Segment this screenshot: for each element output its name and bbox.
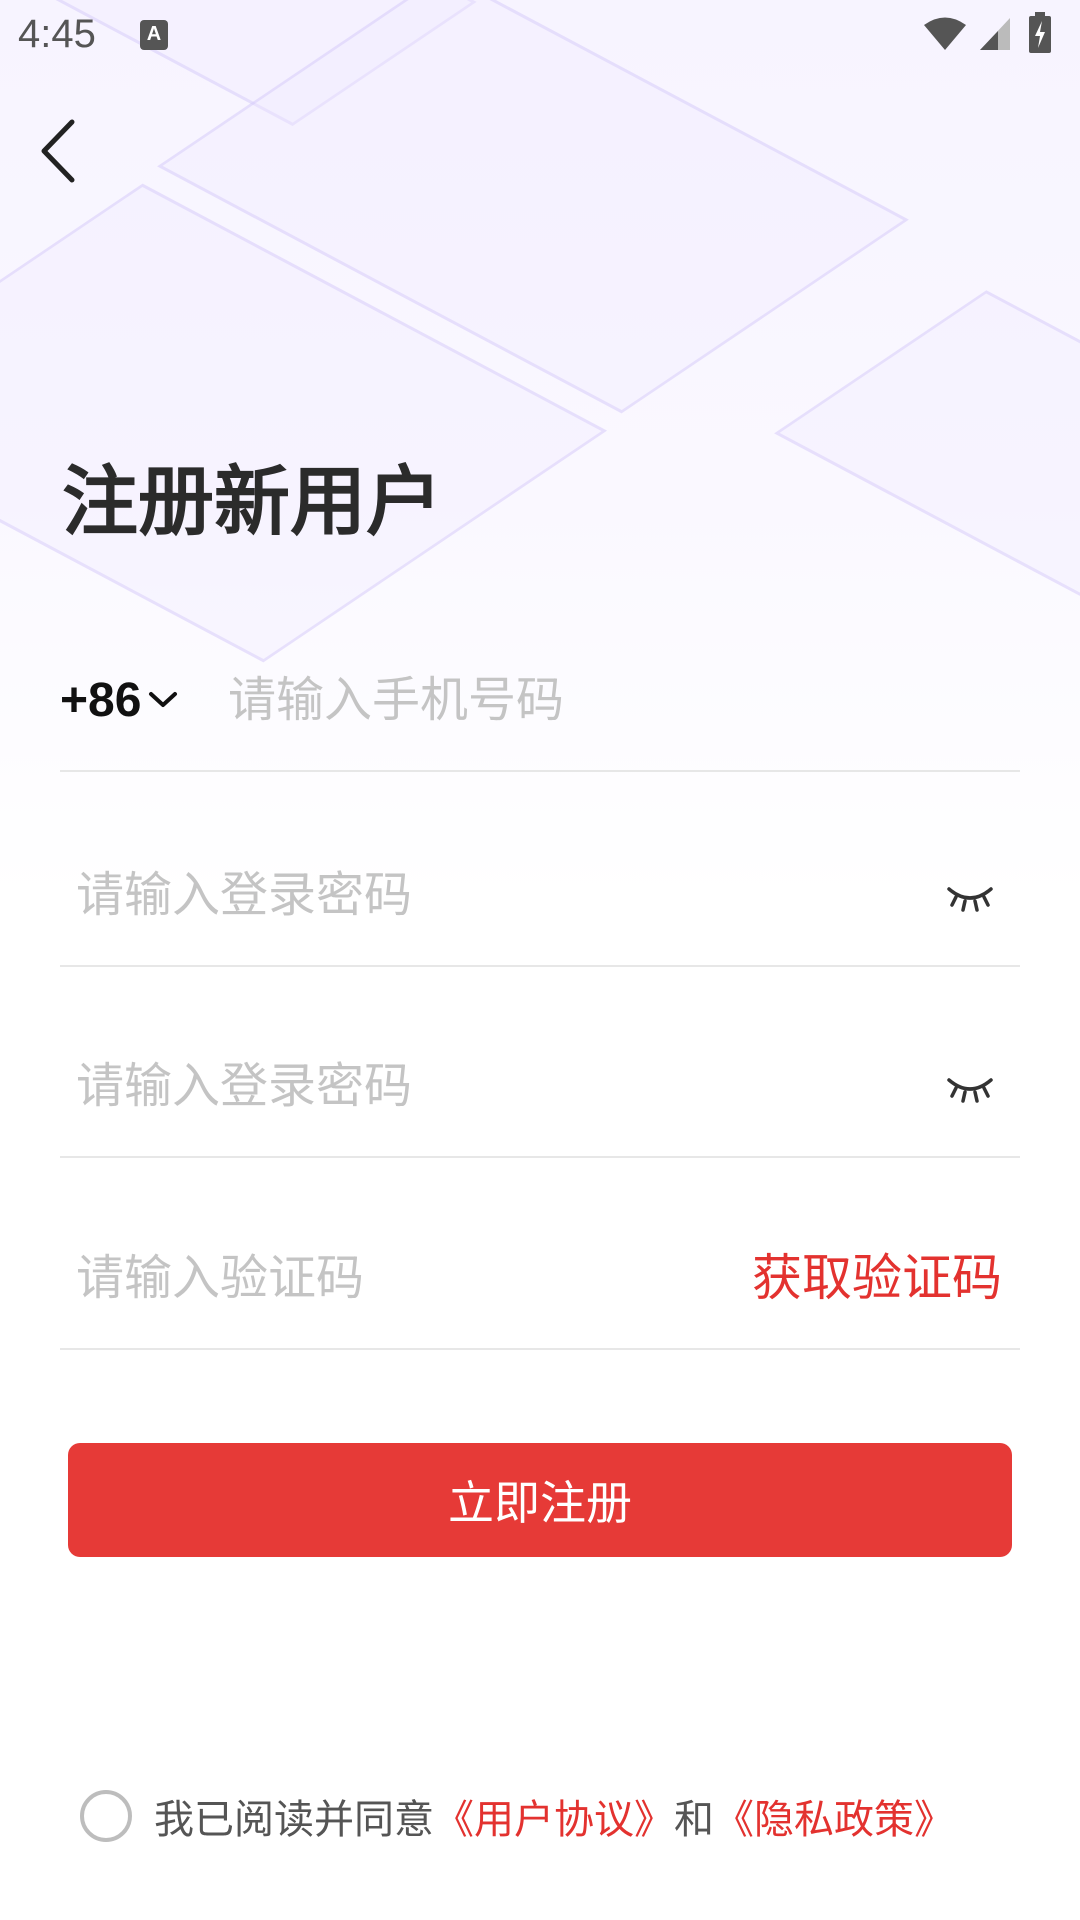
verification-code-input[interactable] bbox=[76, 1248, 756, 1308]
confirm-password-row bbox=[60, 1036, 1020, 1158]
confirm-password-input[interactable] bbox=[76, 1056, 756, 1116]
phone-input[interactable] bbox=[228, 670, 988, 730]
background-slab bbox=[774, 290, 1080, 596]
phone-row: +86 bbox=[60, 650, 1020, 772]
back-arrow-icon[interactable] bbox=[36, 118, 86, 184]
chevron-down-icon bbox=[149, 692, 178, 707]
wifi-icon bbox=[924, 17, 966, 50]
password-input[interactable] bbox=[76, 865, 756, 925]
battery-icon bbox=[1029, 12, 1051, 53]
register-button[interactable]: 立即注册 bbox=[68, 1443, 1012, 1557]
agreement-checkbox[interactable] bbox=[80, 1790, 132, 1842]
status-bar: 4:45 A bbox=[0, 0, 1080, 70]
eye-closed-icon[interactable] bbox=[946, 1074, 994, 1104]
signal-icon bbox=[980, 18, 1010, 50]
eye-closed-icon[interactable] bbox=[946, 883, 994, 913]
password-row bbox=[60, 845, 1020, 967]
get-code-button[interactable]: 获取验证码 bbox=[752, 1248, 1002, 1308]
status-time: 4:45 bbox=[18, 12, 96, 56]
privacy-policy-link[interactable]: 《隐私政策》 bbox=[714, 1787, 954, 1845]
country-code-selector[interactable]: +86 bbox=[60, 670, 179, 730]
agreement-conjunction: 和 bbox=[674, 1797, 714, 1843]
agreement-row: 我已阅读并同意 《用户协议》 和 《隐私政策》 bbox=[80, 1786, 954, 1846]
country-code-label: +86 bbox=[60, 673, 142, 727]
keyboard-indicator-icon: A bbox=[140, 20, 168, 50]
page-title: 注册新用户 bbox=[62, 457, 442, 546]
agreement-prefix: 我已阅读并同意 bbox=[154, 1797, 434, 1843]
verification-code-row: 获取验证码 bbox=[60, 1228, 1020, 1350]
register-page: 4:45 A 注册新用户 +86 请输入手机号码 请输入验证码 获取验证码 立即… bbox=[0, 0, 1080, 1920]
user-agreement-link[interactable]: 《用户协议》 bbox=[434, 1787, 674, 1845]
